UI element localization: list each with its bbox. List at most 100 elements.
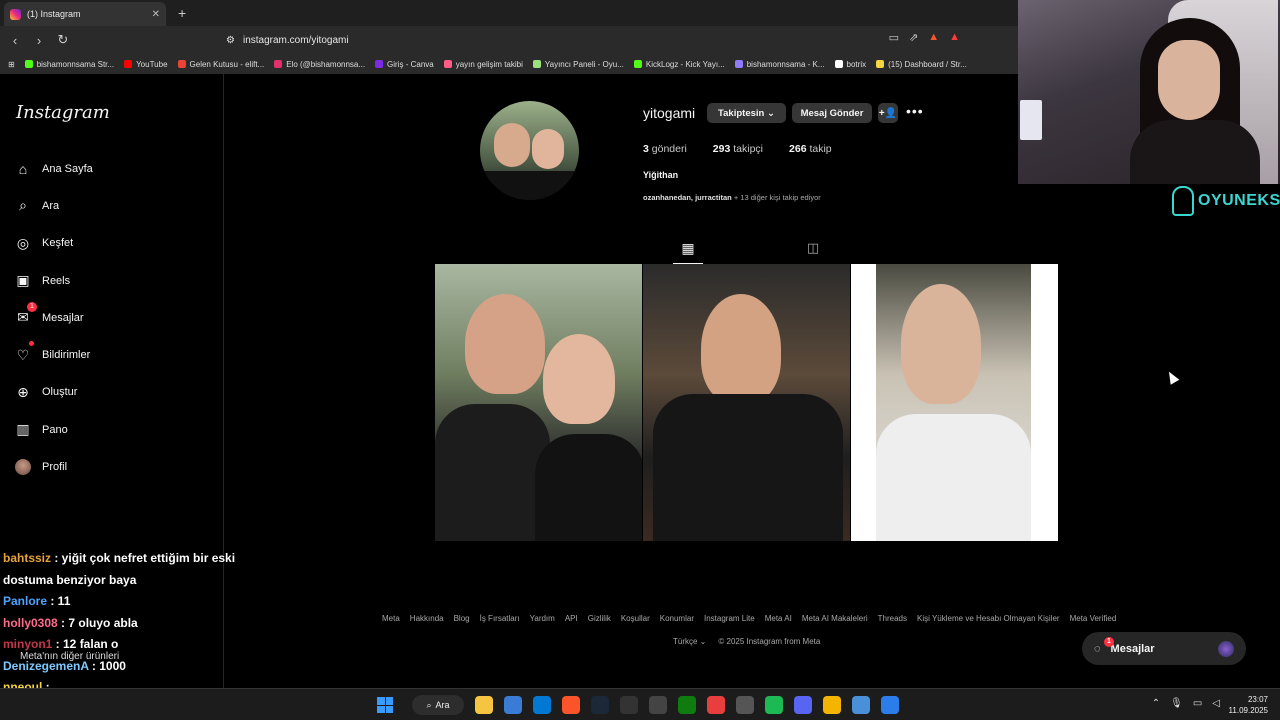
brave-rewards-icon[interactable]: ▲ (949, 31, 960, 44)
following-stat[interactable]: 266 takip (789, 143, 832, 155)
sidebar-item-profil[interactable]: Profil (14, 448, 93, 485)
post-thumbnail[interactable] (435, 264, 642, 541)
bookmark-item[interactable]: Gelen Kutusu - elift... (177, 60, 264, 69)
footer-link[interactable]: Konumlar (660, 614, 694, 623)
taskbar-app-icon[interactable] (881, 696, 899, 714)
sidebar-item-mesajlar[interactable]: ✉ 1 Mesajlar (14, 299, 93, 336)
footer-link[interactable]: Blog (454, 614, 470, 623)
footer-link[interactable]: Hakkında (410, 614, 444, 623)
volume-icon[interactable]: ◁ (1212, 698, 1220, 709)
taskbar-app-icon[interactable] (678, 696, 696, 714)
bookmark-label: KickLogz - Kick Yayı... (645, 59, 725, 69)
bookmark-favicon-icon (734, 60, 743, 68)
bookmark-item[interactable]: bishamonnsama - K... (734, 60, 825, 69)
site-info-icon[interactable]: ⚙ (226, 35, 235, 46)
url-bar[interactable]: ⚙ instagram.com/yitogami (218, 29, 968, 51)
footer-link[interactable]: Gizlilik (588, 614, 611, 623)
sidebar-item-label: Ara (42, 199, 60, 212)
brave-shields-icon[interactable]: ▲ (928, 31, 939, 44)
microphone-icon[interactable]: 🎙 (1170, 698, 1183, 709)
send-message-button[interactable]: Mesaj Gönder (792, 103, 872, 123)
dock-avatar (1218, 640, 1234, 657)
sidebar-item-ara[interactable]: ⌕ Ara (14, 187, 93, 224)
footer-link[interactable]: Meta (382, 614, 400, 623)
cast-icon[interactable]: ▭ (889, 31, 899, 44)
taskbar-app-icon[interactable] (475, 696, 493, 714)
taskbar-app-icon[interactable] (533, 696, 551, 714)
bookmark-favicon-icon (177, 60, 186, 68)
reload-icon[interactable]: ↻ (56, 32, 70, 48)
create-icon: ⊕ (17, 383, 29, 400)
messages-dock[interactable]: ◌ 1 Mesajlar (1082, 632, 1246, 665)
taskbar-app-icon[interactable] (562, 696, 580, 714)
post-thumbnail[interactable] (643, 264, 850, 541)
bookmark-item[interactable]: YouTube (124, 60, 168, 69)
sidebar-item-oluştur[interactable]: ⊕ Oluştur (14, 374, 93, 411)
bookmark-item[interactable]: (15) Dashboard / Str... (876, 60, 967, 69)
suggest-user-icon[interactable]: +👤 (878, 103, 898, 123)
apps-grid-icon[interactable]: ⊞ (8, 60, 15, 69)
following-button[interactable]: Takiptesin ⌄ (707, 103, 786, 123)
bookmark-item[interactable]: Elo (@bishamonnsa... (274, 60, 365, 69)
bookmark-favicon-icon (876, 60, 885, 68)
footer-link[interactable]: Threads (878, 614, 907, 623)
posts-grid-tab-icon[interactable]: ▦ (673, 240, 703, 264)
post-thumbnail[interactable] (851, 264, 1058, 541)
new-tab-icon[interactable]: + (178, 5, 186, 21)
sidebar-item-pano[interactable]: ▥ Pano (14, 411, 93, 448)
footer-link[interactable]: Yardım (530, 614, 555, 623)
network-icon[interactable]: ▭ (1193, 698, 1202, 709)
taskbar-app-icon[interactable] (707, 696, 725, 714)
footer-link[interactable]: API (565, 614, 578, 623)
bookmark-label: Yayıncı Paneli - Oyu... (544, 59, 624, 69)
taskbar-app-icon[interactable] (620, 696, 638, 714)
sidebar-item-keşfet[interactable]: ◎ Keşfet (14, 225, 93, 262)
close-tab-icon[interactable]: ✕ (152, 9, 160, 20)
taskbar-app-icon[interactable] (823, 696, 841, 714)
instagram-logo[interactable]: Instagram (16, 102, 110, 123)
footer-link[interactable]: Instagram Lite (704, 614, 755, 623)
footer-link[interactable]: Meta AI Makaleleri (802, 614, 868, 623)
sidebar-item-bildirimler[interactable]: ♡ Bildirimler (14, 336, 93, 373)
taskbar-app-icon[interactable] (591, 696, 609, 714)
followed-by[interactable]: ozanhanedan, jurractitan + 13 diğer kişi… (643, 193, 821, 202)
taskbar-search[interactable]: ⌕ Ara (412, 695, 464, 715)
taskbar-app-icon[interactable] (765, 696, 783, 714)
sidebar-item-label: Bildirimler (42, 349, 91, 362)
windows-start-icon[interactable] (377, 697, 393, 713)
browser-tab-instagram[interactable]: (1) Instagram ✕ (4, 2, 166, 26)
footer-link[interactable]: Kişi Yükleme ve Hesabı Olmayan Kişiler (917, 614, 1060, 623)
bookmark-item[interactable]: Giriş - Canva (375, 60, 434, 69)
more-options-icon[interactable]: ••• (906, 103, 924, 119)
footer-link[interactable]: Meta Verified (1070, 614, 1117, 623)
footer-link[interactable]: İş Fırsatları (480, 614, 520, 623)
bookmark-item[interactable]: bishamonnsama Str... (24, 60, 114, 69)
taskbar-search-label: Ara (435, 700, 450, 710)
footer-link[interactable]: Meta AI (765, 614, 792, 623)
followers-stat[interactable]: 293 takipçi (713, 143, 763, 155)
avatar-person-1 (494, 123, 530, 167)
taskbar-app-icon[interactable] (794, 696, 812, 714)
brand-logo-icon (1172, 186, 1194, 216)
posts-stat: 3 gönderi (643, 143, 687, 155)
taskbar-app-icon[interactable] (736, 696, 754, 714)
bookmark-item[interactable]: Yayıncı Paneli - Oyu... (532, 59, 624, 69)
reels-icon: ▣ (16, 272, 30, 289)
taskbar-clock[interactable]: 23:07 11.09.2025 (1229, 694, 1268, 716)
language-selector[interactable]: Türkçe ⌄ (673, 637, 706, 646)
bookmark-item[interactable]: KickLogz - Kick Yayı... (633, 59, 725, 69)
chevron-up-icon[interactable]: ⌃ (1152, 698, 1160, 709)
taskbar-app-icon[interactable] (504, 696, 522, 714)
share-icon[interactable]: ⇗ (909, 31, 918, 44)
taskbar-app-icon[interactable] (852, 696, 870, 714)
taskbar-app-icon[interactable] (649, 696, 667, 714)
bookmark-item[interactable]: yayın gelişim takibi (443, 60, 523, 69)
back-icon[interactable]: ‹ (8, 33, 22, 48)
tagged-tab-icon[interactable]: ◫ (803, 240, 823, 256)
sidebar-item-reels[interactable]: ▣ Reels (14, 262, 93, 299)
sidebar-item-ana-sayfa[interactable]: ⌂ Ana Sayfa (14, 150, 93, 187)
profile-avatar[interactable] (480, 101, 579, 200)
bookmark-item[interactable]: botrix (834, 60, 866, 69)
footer-link[interactable]: Koşullar (621, 614, 650, 623)
forward-icon[interactable]: › (32, 33, 46, 48)
